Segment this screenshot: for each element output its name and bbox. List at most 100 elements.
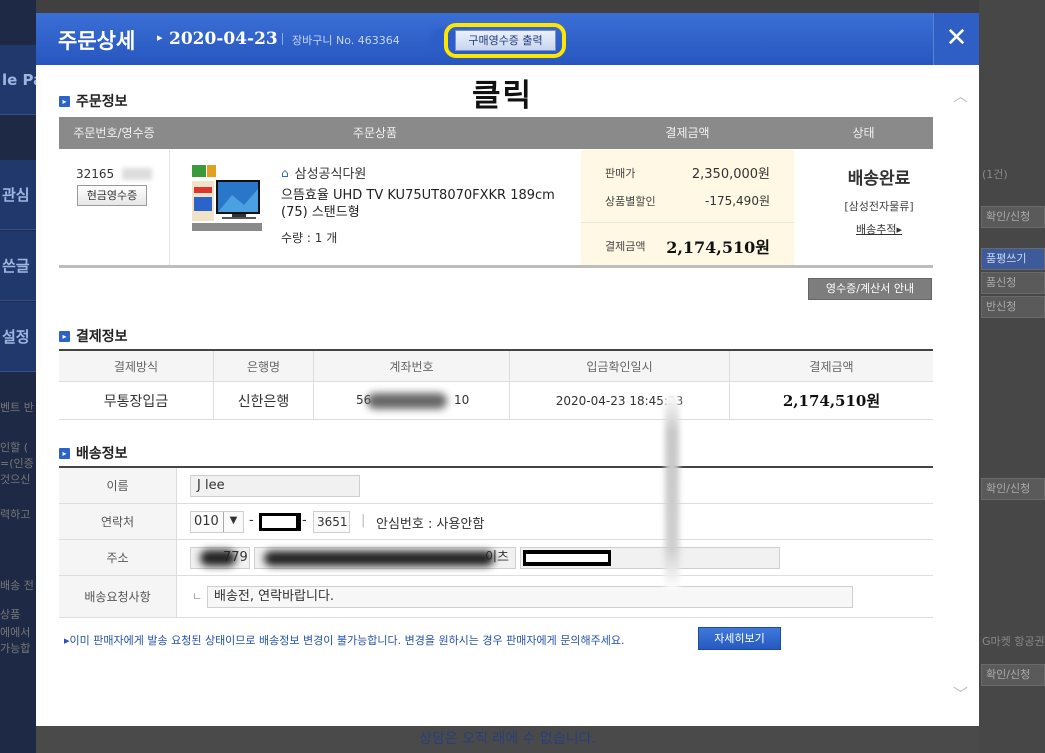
shipping-row-phone: 연락처 010 ▼ - - 3651 | 안심번호 : 사용안함 (59, 504, 933, 540)
account-number-cell: 56 10 (314, 382, 510, 419)
bg-button: 확인/신청 (981, 206, 1045, 228)
header-divider (282, 33, 283, 45)
deposit-confirm-datetime: 2020-04-23 18:45:23 (510, 382, 730, 419)
shipping-info-heading: ▸ 배송정보 (59, 443, 128, 463)
bg-right-panel: (1건) 확인/신청 품평쓰기 품신청 반신청 확인/신청 G마켓 항공권 확인… (979, 0, 1045, 753)
seller-name: 삼성공식다원 (294, 167, 367, 182)
phone-last-field[interactable]: 3651 (313, 511, 350, 533)
row-label: 연락처 (59, 504, 177, 539)
payment-method: 무통장입금 (59, 382, 214, 419)
phone-prefix-select[interactable]: 010 ▼ (190, 511, 244, 533)
bg-nav-item: 쓴글 (0, 231, 36, 301)
discount-label: 상품별할인 (605, 195, 656, 208)
bg-button: 품신청 (981, 272, 1045, 294)
bg-text: 에에서 (0, 626, 31, 639)
bg-text: 가능합 (0, 642, 31, 655)
carrier-name: [삼성전자물류] (844, 200, 914, 213)
bg-text: 상품 (0, 608, 21, 621)
column-header: 결제방식 (59, 351, 214, 381)
safe-number-text: 안심번호 : 사용안함 (376, 517, 485, 532)
total-value: 2,174,510원 (666, 238, 770, 257)
phone-separator: | (361, 513, 366, 528)
column-header: 결제금액 (665, 126, 710, 140)
cash-receipt-button[interactable]: 현금영수증 (77, 185, 147, 206)
delivery-request-field[interactable]: 배송전, 연락바랍니다. (207, 586, 853, 608)
sale-price-label: 판매가 (605, 167, 636, 180)
phone-dash: - (249, 513, 254, 528)
scroll-up-icon[interactable]: ︿ (953, 85, 968, 106)
receipt-guide-button[interactable]: 영수증/계산서 안내 (808, 278, 932, 300)
row-label: 배송요청사항 (59, 576, 177, 617)
bg-nav-item: 설정 (0, 302, 36, 372)
phone-dash: - (302, 513, 307, 528)
shipping-table: 이름 J lee 연락처 010 ▼ - - 3651 | 안심번호 : 사용안… (59, 466, 933, 618)
address-redaction (264, 551, 494, 566)
recipient-name-field[interactable]: J lee (190, 475, 360, 497)
payment-amount: 2,174,510원 (782, 392, 881, 410)
column-header: 상태 (852, 126, 875, 140)
order-detail-modal: 주문상세 ▸ 2020-04-23 장바구니 No. 463364 구매영수증 … (36, 13, 979, 726)
cart-number: 장바구니 No. 463364 (292, 34, 400, 47)
bg-nav-item: le Pa (0, 45, 36, 115)
bg-left-nav: le Pa 관심 쓴글 설정 벤트 반 인할 ( =(인증 것으신 력하고 배송… (0, 0, 36, 753)
product-thumbnail[interactable] (192, 165, 262, 235)
column-header: 입금확인일시 (510, 351, 730, 381)
click-annotation: 클릭 (472, 78, 534, 114)
bank-name: 신한은행 (214, 382, 314, 419)
total-label: 결제금액 (605, 240, 646, 253)
home-icon: ⌂ (281, 165, 289, 180)
section-title: 배송정보 (76, 446, 128, 462)
status-cell: 배송완료 [삼성전자물류] 배송추적▸ (829, 164, 929, 237)
bg-text: 인할 ( (0, 441, 29, 454)
account-redaction (367, 393, 447, 409)
column-header: 은행명 (214, 351, 314, 381)
receipt-print-button[interactable]: 구매영수증 출력 (455, 30, 556, 51)
payment-amount-cell: 판매가 2,350,000원 상품별할인 -175,490원 결제금액 2,17… (581, 150, 794, 265)
order-number: 32165 (76, 167, 115, 181)
date-arrow-icon: ▸ (157, 31, 163, 44)
modal-header: 주문상세 ▸ 2020-04-23 장바구니 No. 463364 구매영수증 … (36, 13, 979, 65)
section-arrow-icon: ▸ (59, 95, 70, 107)
view-details-button[interactable]: 자세히보기 (698, 627, 781, 650)
column-header: 계좌번호 (314, 351, 510, 381)
discount-value: -175,490원 (705, 194, 770, 208)
bg-button: 확인/신청 (981, 664, 1045, 686)
bg-text: 배송 전 (0, 579, 34, 592)
order-row: 32165 현금영수증 ⌂ 삼성공식다원 으뜸효율 UHD TV KU75UT8… (59, 150, 933, 268)
product-name[interactable]: 으뜸효율 UHD TV KU75UT8070FXKR 189cm (75) 스탠… (281, 187, 561, 221)
bg-text: (1건) (982, 168, 1008, 181)
column-header: 주문상품 (352, 126, 398, 140)
tracking-link[interactable]: 배송추적▸ (829, 221, 929, 237)
bg-text: G마켓 항공권 (982, 635, 1045, 648)
bg-text: 것으신 (0, 473, 31, 486)
bg-text: 벤트 반 (0, 401, 34, 414)
seller-link[interactable]: ⌂ 삼성공식다원 (281, 163, 367, 183)
chevron-down-icon: ▼ (223, 512, 243, 532)
shipping-change-notice: ▸이미 판매자에게 발송 요청된 상태이므로 배송정보 변경이 불가능합니다. … (64, 634, 625, 647)
bg-nav-item: 관심 (0, 160, 36, 230)
close-icon[interactable]: ✕ (933, 13, 979, 65)
payment-table: 결제방식 은행명 계좌번호 입금확인일시 결제금액 무통장입금 신한은행 56 … (59, 349, 933, 420)
phone-prefix-value: 010 (194, 514, 219, 529)
payment-info-heading: ▸ 결제정보 (59, 326, 128, 346)
column-header: 주문번호/영수증 (73, 126, 155, 140)
bg-bottom-text: 상담은 오직 래에 수 없습니다. (36, 726, 979, 753)
shipping-row-name: 이름 J lee (59, 468, 933, 504)
request-marker: ㄴ (192, 590, 203, 603)
shipping-row-request: 배송요청사항 ㄴ 배송전, 연락바랍니다. (59, 576, 933, 618)
shipping-row-address: 주소 779 이츠 (59, 540, 933, 576)
row-label: 이름 (59, 468, 177, 503)
bg-button: 품평쓰기 (981, 248, 1045, 270)
order-date: 2020-04-23 (169, 29, 278, 49)
scroll-down-icon[interactable]: ﹀ (953, 683, 968, 704)
order-info-heading: ▸ 주문정보 (59, 91, 128, 111)
delivery-status: 배송완료 (847, 169, 911, 189)
address-detail-redaction-inner (526, 554, 608, 562)
product-quantity: 수량 : 1 개 (281, 231, 338, 245)
column-header: 결제금액 (809, 359, 854, 374)
order-table-header: 주문번호/영수증 주문상품 결제금액 상태 (59, 117, 933, 149)
bg-text: =(인증 (0, 457, 34, 470)
sale-price-value: 2,350,000원 (691, 167, 770, 182)
bg-button: 반신청 (981, 296, 1045, 318)
account-number-end: 10 (454, 393, 470, 407)
